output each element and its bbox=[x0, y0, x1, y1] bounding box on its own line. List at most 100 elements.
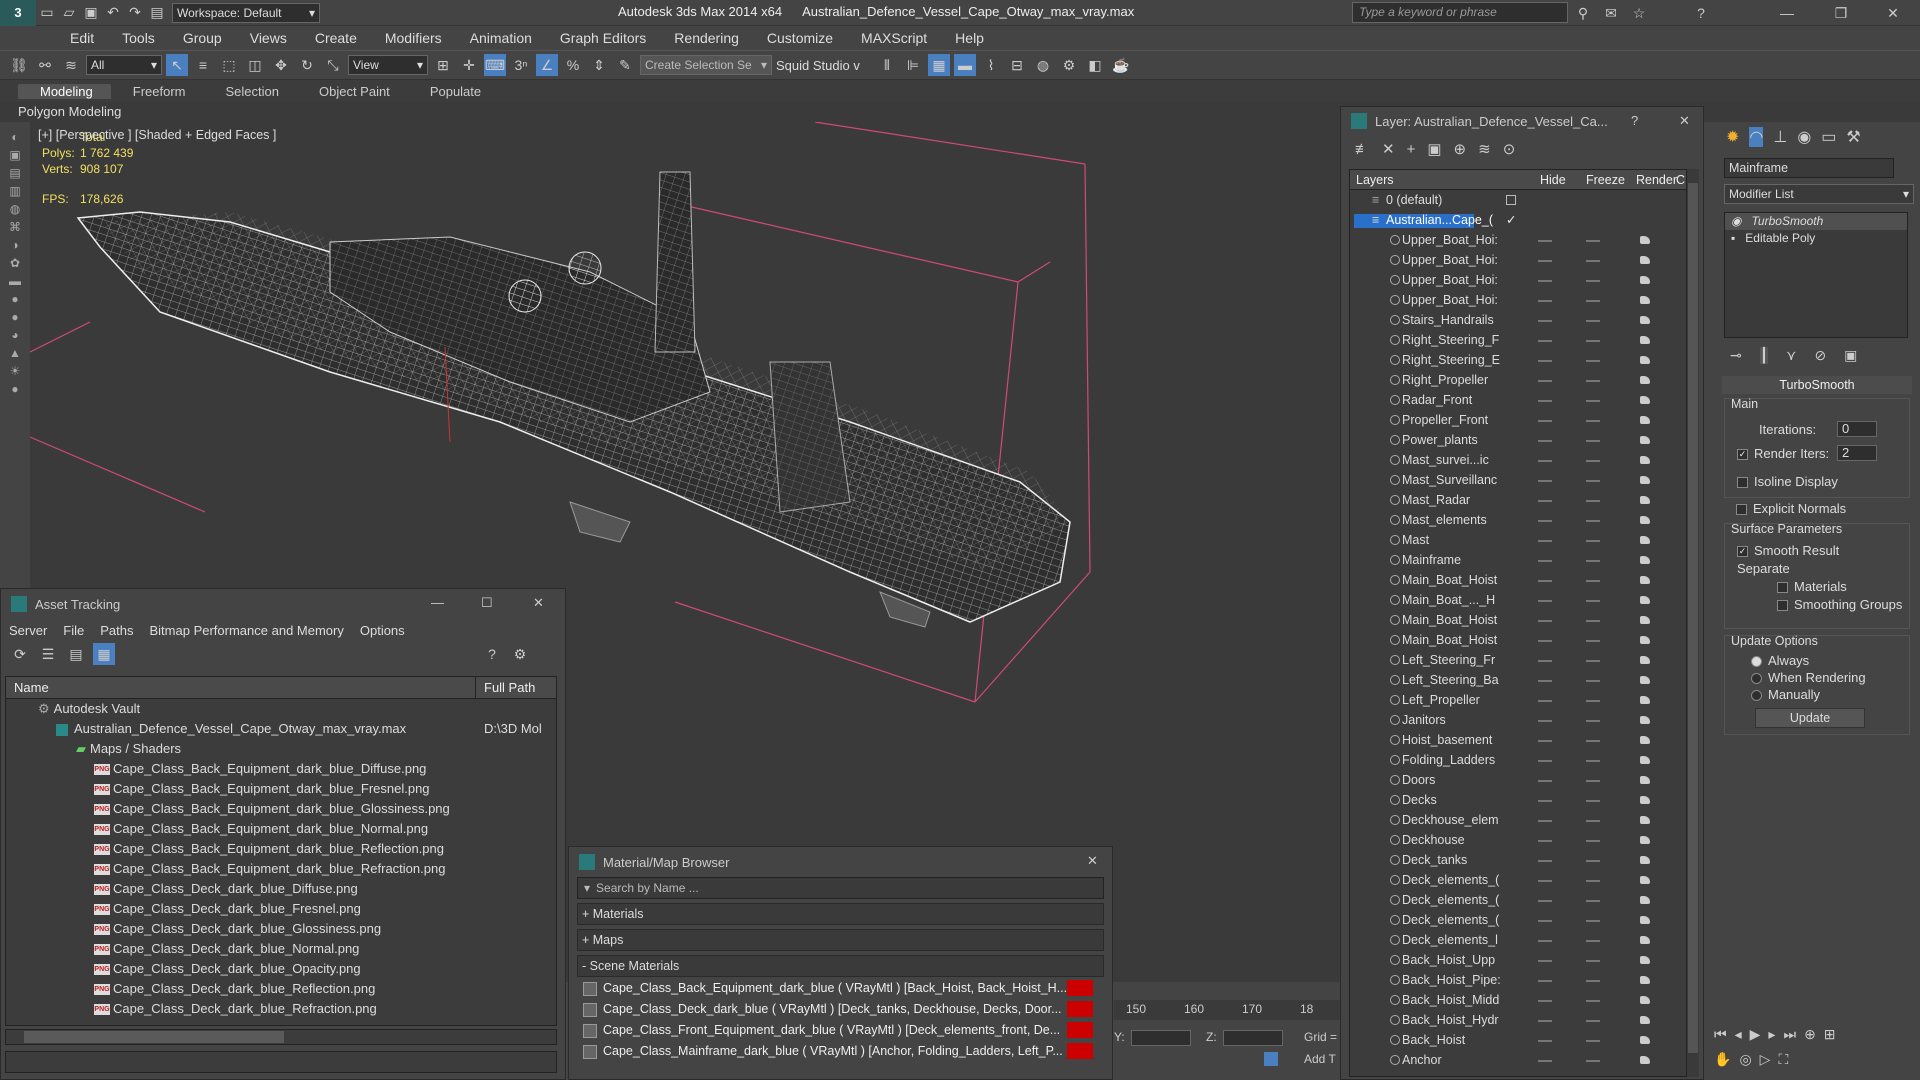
render-setup-icon[interactable]: ⚙ bbox=[1058, 54, 1080, 76]
render-teapot-icon[interactable] bbox=[1640, 816, 1650, 824]
render-teapot-icon[interactable] bbox=[1640, 856, 1650, 864]
make-unique-icon[interactable]: ⋎ bbox=[1786, 347, 1796, 364]
hide-toggle[interactable] bbox=[1538, 420, 1552, 422]
active-layer-row[interactable]: ≡ Australian...Cape_( ✓ bbox=[1350, 210, 1686, 230]
menu-item[interactable]: Help bbox=[941, 30, 998, 46]
render-teapot-icon[interactable] bbox=[1640, 1056, 1650, 1064]
display-tab-icon[interactable]: ▭ bbox=[1821, 127, 1836, 147]
freeze-toggle[interactable] bbox=[1586, 680, 1600, 682]
help-icon[interactable]: ? bbox=[1690, 2, 1712, 24]
goto-end-icon[interactable]: ⏭ bbox=[1783, 1026, 1796, 1043]
hide-toggle[interactable] bbox=[1538, 880, 1552, 882]
hide-toggle[interactable] bbox=[1538, 500, 1552, 502]
select-in-layer-icon[interactable]: ▣ bbox=[1427, 140, 1441, 158]
freeze-toggle[interactable] bbox=[1586, 380, 1600, 382]
freeze-toggle[interactable] bbox=[1586, 300, 1600, 302]
orbit-icon[interactable]: ◎ bbox=[1739, 1051, 1751, 1068]
render-teapot-icon[interactable] bbox=[1640, 396, 1650, 404]
utilities-tab-icon[interactable]: ⚒ bbox=[1846, 127, 1860, 147]
render-teapot-icon[interactable] bbox=[1640, 696, 1650, 704]
layer-row[interactable]: Right_Steering_F bbox=[1350, 330, 1686, 350]
isoline-row[interactable]: Isoline Display bbox=[1725, 471, 1838, 492]
z-field[interactable] bbox=[1222, 1030, 1283, 1046]
hide-toggle[interactable] bbox=[1538, 320, 1552, 322]
smoothing-groups-checkbox[interactable] bbox=[1777, 600, 1788, 612]
hold-icon[interactable]: ▤ bbox=[146, 2, 168, 24]
new-file-icon[interactable]: ▭ bbox=[36, 2, 58, 24]
layer-row[interactable]: Back_Hoist_Midd bbox=[1350, 990, 1686, 1010]
hide-toggle[interactable] bbox=[1538, 460, 1552, 462]
column-name[interactable]: Name bbox=[6, 677, 476, 698]
workspace-dropdown[interactable]: Workspace: Default ▾ bbox=[172, 2, 320, 23]
freeze-toggle[interactable] bbox=[1586, 1040, 1600, 1042]
freeze-toggle[interactable] bbox=[1586, 880, 1600, 882]
render-teapot-icon[interactable] bbox=[1640, 676, 1650, 684]
align-icon[interactable]: ⊫ bbox=[902, 54, 924, 76]
hide-toggle[interactable] bbox=[1538, 720, 1552, 722]
render-icon[interactable]: ☕ bbox=[1110, 54, 1132, 76]
hierarchy-tab-icon[interactable]: ⊥ bbox=[1773, 127, 1787, 147]
always-radio[interactable] bbox=[1751, 656, 1762, 668]
modifier-list-dropdown[interactable]: Modifier List ▾ bbox=[1724, 184, 1914, 204]
hide-toggle[interactable] bbox=[1538, 360, 1552, 362]
freeze-toggle[interactable] bbox=[1586, 1060, 1600, 1062]
layer-row[interactable]: Deck_elements_( bbox=[1350, 870, 1686, 890]
render-teapot-icon[interactable] bbox=[1640, 836, 1650, 844]
render-iters-spinner[interactable]: 2 bbox=[1837, 445, 1877, 461]
maximize-viewport-icon[interactable]: ⛶ bbox=[1778, 1051, 1788, 1068]
menu-item[interactable]: Rendering bbox=[660, 30, 753, 46]
motion-tab-icon[interactable]: ◉ bbox=[1797, 127, 1811, 147]
hide-toggle[interactable] bbox=[1538, 440, 1552, 442]
layer-row[interactable]: Propeller_Front bbox=[1350, 410, 1686, 430]
layer-row[interactable]: Mast_elements bbox=[1350, 510, 1686, 530]
hide-toggle[interactable] bbox=[1538, 860, 1552, 862]
freeze-toggle[interactable] bbox=[1586, 940, 1600, 942]
menu-item[interactable]: Create bbox=[301, 30, 371, 46]
material-search[interactable]: ▾ Search by Name ... bbox=[577, 877, 1104, 899]
scene-material-row[interactable]: Cape_Class_Mainframe_dark_blue ( VRayMtl… bbox=[583, 1041, 1093, 1061]
freeze-toggle[interactable] bbox=[1586, 240, 1600, 242]
layer-row[interactable]: Right_Steering_E bbox=[1350, 350, 1686, 370]
layer-row[interactable]: Left_Propeller bbox=[1350, 690, 1686, 710]
asset-map-row[interactable]: PNG Cape_Class_Back_Equipment_dark_blue_N… bbox=[6, 819, 556, 839]
freeze-toggle[interactable] bbox=[1586, 600, 1600, 602]
tool-icon[interactable]: ✿ bbox=[10, 256, 20, 270]
scene-material-row[interactable]: Cape_Class_Back_Equipment_dark_blue ( VR… bbox=[583, 978, 1093, 998]
reference-coord-dropdown[interactable]: View ▾ bbox=[348, 55, 428, 75]
layer-scrollbar[interactable] bbox=[1687, 169, 1699, 1077]
freeze-toggle[interactable] bbox=[1586, 860, 1600, 862]
highlight-layer-icon[interactable]: ⊕ bbox=[1454, 140, 1467, 158]
column-render[interactable]: Render bbox=[1636, 170, 1677, 190]
layer-manager-icon[interactable]: ▦ bbox=[928, 54, 950, 76]
render-teapot-icon[interactable] bbox=[1640, 456, 1650, 464]
menu-item[interactable]: MAXScript bbox=[847, 30, 941, 46]
layer-row[interactable]: Upper_Boat_Hoi: bbox=[1350, 270, 1686, 290]
move-icon[interactable]: ✥ bbox=[270, 54, 292, 76]
menu-item[interactable]: Group bbox=[169, 30, 236, 46]
next-frame-icon[interactable]: ▸ bbox=[1768, 1026, 1775, 1043]
tool-icon[interactable]: ◑ bbox=[11, 238, 18, 252]
render-teapot-icon[interactable] bbox=[1640, 1016, 1650, 1024]
zoom-icon[interactable]: ⊕ bbox=[1804, 1026, 1816, 1043]
selection-filter-dropdown[interactable]: All ▾ bbox=[86, 55, 162, 75]
render-teapot-icon[interactable] bbox=[1640, 416, 1650, 424]
polygon-modeling-label[interactable]: Polygon Modeling bbox=[18, 104, 121, 119]
freeze-toggle[interactable] bbox=[1586, 420, 1600, 422]
create-tab-icon[interactable]: ✹ bbox=[1726, 127, 1739, 147]
render-teapot-icon[interactable] bbox=[1640, 476, 1650, 484]
hide-toggle[interactable] bbox=[1538, 680, 1552, 682]
time-ruler[interactable]: 150 160 170 18 bbox=[1114, 1000, 1340, 1020]
add-time-tag[interactable]: Add T bbox=[1304, 1052, 1336, 1066]
layer-row[interactable]: Janitors bbox=[1350, 710, 1686, 730]
layer-row[interactable]: Left_Steering_Ba bbox=[1350, 670, 1686, 690]
app-logo-icon[interactable]: 3 bbox=[0, 0, 36, 26]
render-teapot-icon[interactable] bbox=[1640, 636, 1650, 644]
hide-toggle[interactable] bbox=[1538, 700, 1552, 702]
layer-row[interactable]: Mast_Radar bbox=[1350, 490, 1686, 510]
scene-material-row[interactable]: Cape_Class_Front_Equipment_dark_blue ( V… bbox=[583, 1020, 1093, 1040]
minimize-icon[interactable]: — bbox=[1776, 2, 1798, 24]
freeze-toggle[interactable] bbox=[1586, 800, 1600, 802]
tool-icon[interactable]: ◕ bbox=[11, 328, 18, 342]
stack-item-editable-poly[interactable]: ▪ Editable Poly bbox=[1725, 230, 1907, 247]
layer-row[interactable]: Main_Boat_Hoist bbox=[1350, 630, 1686, 650]
